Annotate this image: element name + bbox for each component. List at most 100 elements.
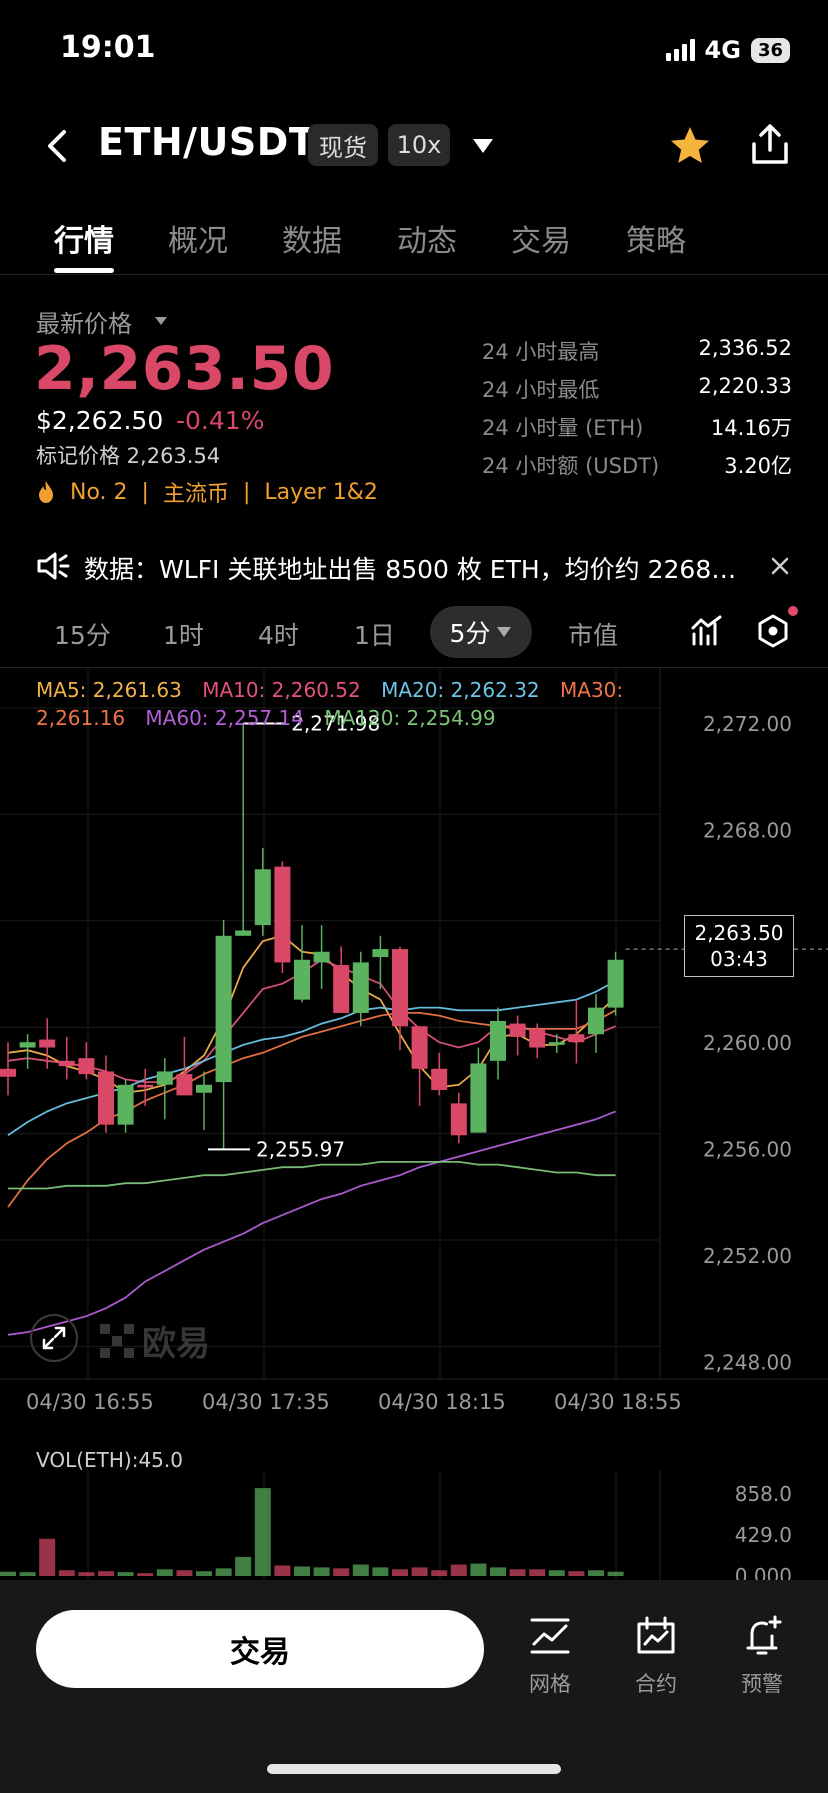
volume-bar [19, 1572, 36, 1576]
volume-tick-label: 858.0 [735, 1482, 792, 1506]
alert-label: 预警 [741, 1672, 783, 1696]
close-icon[interactable] [770, 556, 790, 576]
alert-button[interactable]: 预警 [722, 1614, 802, 1698]
indicator-chart-icon[interactable] [690, 614, 724, 648]
candle-body [392, 949, 408, 1027]
interval-1h[interactable]: 1时 [163, 616, 204, 652]
candle-body [196, 1084, 212, 1093]
candle-body [19, 1042, 36, 1048]
volume-bar [274, 1565, 291, 1576]
volume-bar [294, 1566, 310, 1576]
ma5-legend: MA5: 2,261.63 [36, 678, 182, 702]
candle-body [39, 1039, 56, 1048]
candle-body [313, 951, 330, 963]
price-type-dropdown-icon[interactable] [154, 316, 168, 326]
tab-market[interactable]: 行情 [54, 216, 114, 260]
candlestick-chart[interactable]: 2,272.002,268.002,264.002,260.002,256.00… [0, 668, 828, 1380]
tab-overview[interactable]: 概况 [168, 216, 228, 260]
volume-bar [0, 1571, 16, 1576]
volume-chart[interactable]: 858.0 429.0 0.000 [0, 1470, 828, 1580]
tab-data[interactable]: 数据 [282, 216, 342, 260]
settings-icon[interactable] [756, 614, 790, 648]
category-tag[interactable]: 主流币 [163, 476, 229, 508]
leverage-tag: 10x [388, 124, 450, 166]
candle-body [176, 1074, 193, 1096]
candle-body [529, 1028, 546, 1048]
separator: | [141, 479, 149, 505]
candle-body [117, 1084, 134, 1125]
candle-body [607, 959, 624, 1008]
stat-label-24h-turnover: 24 小时额 (USDT) [482, 454, 660, 478]
volume-bar [196, 1571, 212, 1576]
candle-body [98, 1071, 114, 1125]
interval-5m-label: 5分 [449, 619, 491, 648]
ma-line-ma120 [8, 1160, 616, 1190]
candle-body [0, 1068, 16, 1077]
candle-body [352, 962, 369, 1013]
volume-tick-label: 429.0 [735, 1523, 792, 1547]
tab-trade[interactable]: 交易 [511, 216, 571, 260]
ma-legend: MA5: 2,261.63 MA10: 2,260.52 MA20: 2,262… [36, 676, 636, 732]
interval-15m[interactable]: 15分 [54, 616, 111, 652]
rank-row: No. 2 | 主流币 | Layer 1&2 [36, 476, 378, 508]
volume-bar [333, 1568, 350, 1576]
y-tick-label: 2,252.00 [703, 1244, 792, 1268]
pair-dropdown-icon[interactable] [472, 138, 494, 154]
x-tick-label: 04/30 17:35 [202, 1390, 330, 1414]
stat-value-24h-volume: 14.16万 [710, 416, 792, 440]
active-tab-indicator [54, 268, 114, 273]
candle-body [78, 1058, 95, 1075]
current-price-badge: 2,263.50 03:43 [684, 915, 794, 978]
tab-strategy[interactable]: 策略 [626, 216, 686, 260]
price-change-percent: -0.41% [176, 406, 265, 435]
volume-bar [137, 1573, 154, 1576]
volume-bar [529, 1569, 546, 1576]
interval-5m-selected[interactable]: 5分 [430, 606, 532, 658]
candle-body [588, 1007, 604, 1035]
battery-icon: 36 [750, 37, 790, 63]
candle-body [470, 1063, 487, 1133]
volume-bar [98, 1571, 114, 1576]
volume-bar [78, 1572, 95, 1576]
category-tag[interactable]: Layer 1&2 [264, 480, 377, 505]
fire-icon [39, 481, 53, 503]
contract-button[interactable]: 合约 [616, 1614, 696, 1698]
volume-bar [470, 1563, 487, 1576]
grid-label: 网格 [529, 1672, 571, 1696]
candle-body [235, 930, 252, 936]
separator: | [242, 479, 251, 505]
ma-line-ma10 [7, 958, 616, 1084]
volume-bar [509, 1569, 526, 1576]
watermark-logo: 欧易 [100, 1316, 210, 1365]
grid-button[interactable]: 网格 [510, 1614, 590, 1698]
volume-bar [58, 1570, 75, 1576]
y-tick-label: 2,256.00 [703, 1138, 792, 1162]
candle-body [431, 1068, 448, 1091]
tab-news[interactable]: 动态 [397, 216, 457, 260]
home-indicator [267, 1764, 561, 1774]
announcement-text[interactable]: 数据：WLFI 关联地址出售 8500 枚 ETH，均价约 2268… [84, 550, 756, 586]
pair-title[interactable]: ETH/USDT [98, 120, 315, 164]
interval-4h[interactable]: 4时 [258, 616, 299, 652]
volume-bar [450, 1564, 467, 1576]
expand-icon [42, 1326, 66, 1350]
market-type-tag: 现货 [308, 124, 378, 166]
trade-button[interactable]: 交易 [36, 1610, 484, 1688]
rank-label[interactable]: No. 2 [70, 480, 128, 505]
interval-market-cap[interactable]: 市值 [568, 616, 618, 652]
x-tick-label: 04/30 18:15 [378, 1390, 506, 1414]
back-arrow-icon[interactable] [40, 128, 76, 164]
share-icon[interactable] [748, 122, 792, 166]
favorite-star-icon[interactable] [668, 124, 712, 168]
fullscreen-button[interactable] [30, 1314, 78, 1362]
volume-bar [117, 1572, 134, 1576]
volume-bar [215, 1568, 232, 1576]
candle-body [509, 1023, 526, 1037]
contract-label: 合约 [635, 1672, 677, 1696]
stat-value-24h-high: 2,336.52 [698, 336, 792, 360]
ma20-legend: MA20: 2,262.32 [381, 678, 540, 702]
bell-alert-icon [746, 1615, 782, 1655]
volume-bar [235, 1556, 252, 1576]
y-tick-label: 2,268.00 [703, 818, 792, 842]
interval-1d[interactable]: 1日 [354, 616, 395, 652]
